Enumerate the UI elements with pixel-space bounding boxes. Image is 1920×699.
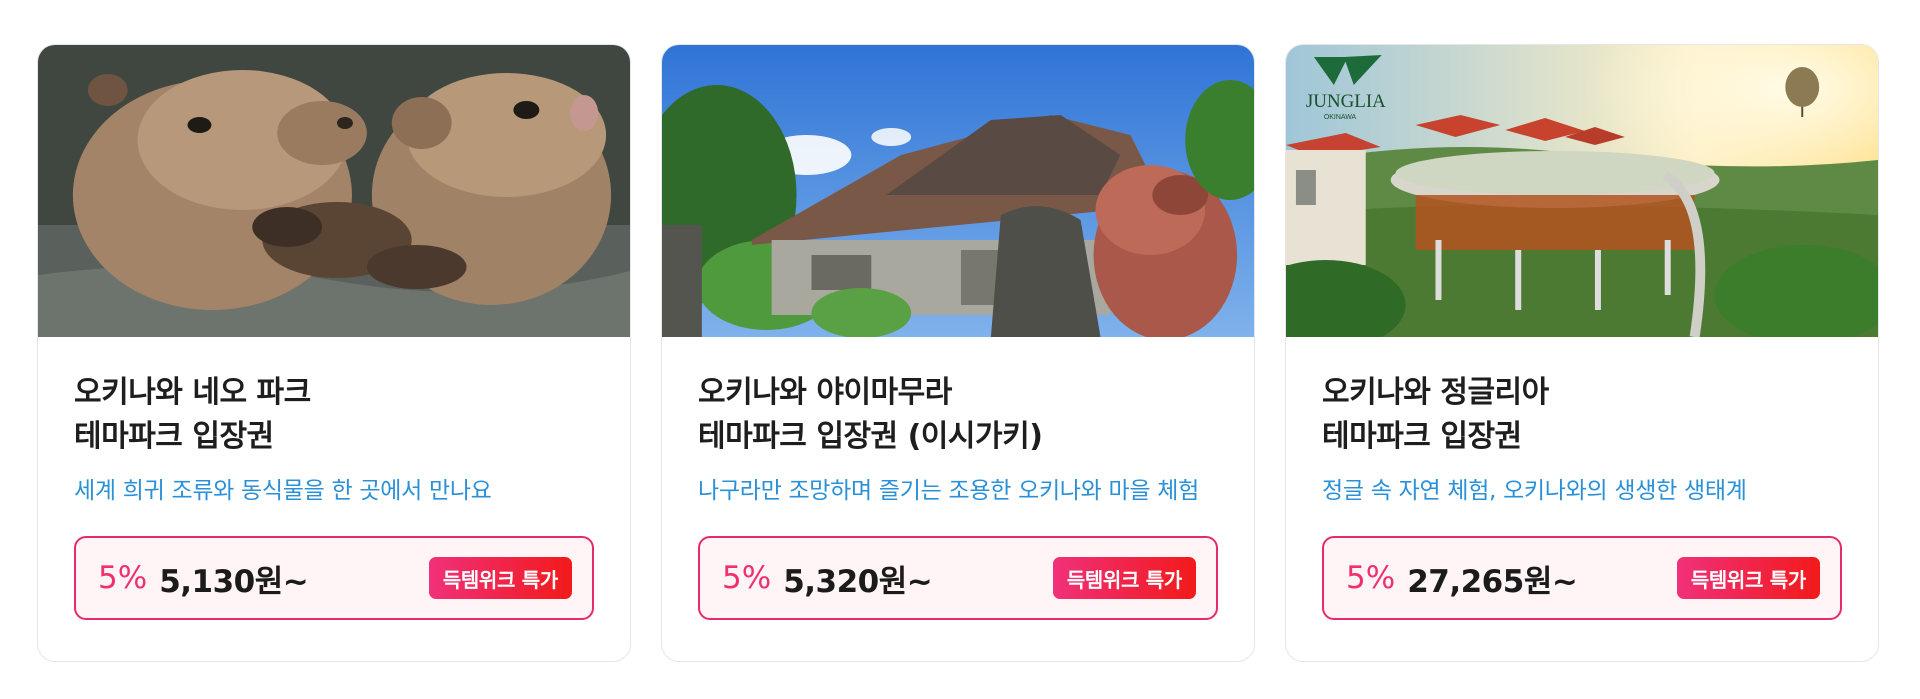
product-card-list: 오키나와 네오 파크 테마파크 입장권 세계 희귀 조류와 동식물을 한 곳에서… bbox=[0, 0, 1920, 699]
discount-rate: 5% bbox=[98, 560, 148, 596]
price-box[interactable]: 5% 27,265원~ 득템위크 특가 bbox=[1322, 536, 1842, 620]
title-line-1: 오키나와 네오 파크 bbox=[74, 375, 311, 410]
deal-badge: 득템위크 특가 bbox=[1676, 557, 1820, 599]
discount-rate: 5% bbox=[1346, 560, 1396, 596]
price-box[interactable]: 5% 5,130원~ 득템위크 특가 bbox=[74, 536, 594, 620]
product-title: 오키나와 정글리아 테마파크 입장권 bbox=[1322, 371, 1842, 459]
title-line-2: 테마파크 입장권 (이시가키) bbox=[698, 419, 1043, 454]
junglia-logo-subtext: OKINAWA bbox=[1324, 114, 1357, 121]
village-photo[interactable] bbox=[662, 45, 1254, 337]
price: 5,130원~ bbox=[159, 563, 309, 600]
product-card-yaeyama-mura[interactable]: 오키나와 야이마무라 테마파크 입장권 (이시가키) 나구라만 조망하며 즐기는… bbox=[661, 44, 1255, 662]
junglia-image: JUNGLIA OKINAWA bbox=[1286, 45, 1878, 337]
product-description: 나구라만 조망하며 즐기는 조용한 오키나와 마을 체험 bbox=[698, 478, 1199, 504]
product-description: 정글 속 자연 체험, 오키나와의 생생한 생태계 bbox=[1322, 478, 1747, 504]
price-box[interactable]: 5% 5,320원~ 득템위크 특가 bbox=[698, 536, 1218, 620]
product-card-junglia[interactable]: JUNGLIA OKINAWA 오키나와 정글리아 테마파크 입장권 정글 속 … bbox=[1285, 44, 1879, 662]
deal-badge: 득템위크 특가 bbox=[428, 557, 572, 599]
title-line-1: 오키나와 야이마무라 bbox=[698, 375, 952, 410]
junglia-photo[interactable]: JUNGLIA OKINAWA bbox=[1286, 45, 1878, 337]
title-line-1: 오키나와 정글리아 bbox=[1322, 375, 1549, 410]
junglia-logo-text: JUNGLIA bbox=[1306, 91, 1386, 112]
product-title: 오키나와 야이마무라 테마파크 입장권 (이시가키) bbox=[698, 371, 1218, 459]
village-image bbox=[662, 45, 1254, 337]
capybara-image bbox=[38, 45, 630, 337]
deal-badge: 득템위크 특가 bbox=[1052, 557, 1196, 599]
product-card-neo-park[interactable]: 오키나와 네오 파크 테마파크 입장권 세계 희귀 조류와 동식물을 한 곳에서… bbox=[37, 44, 631, 662]
product-title: 오키나와 네오 파크 테마파크 입장권 bbox=[74, 371, 594, 459]
title-line-2: 테마파크 입장권 bbox=[1322, 419, 1522, 454]
discount-rate: 5% bbox=[722, 560, 772, 596]
price: 5,320원~ bbox=[783, 563, 933, 600]
title-line-2: 테마파크 입장권 bbox=[74, 419, 274, 454]
price: 27,265원~ bbox=[1407, 563, 1578, 600]
capybara-photo[interactable] bbox=[38, 45, 630, 337]
product-description: 세계 희귀 조류와 동식물을 한 곳에서 만나요 bbox=[74, 478, 492, 504]
